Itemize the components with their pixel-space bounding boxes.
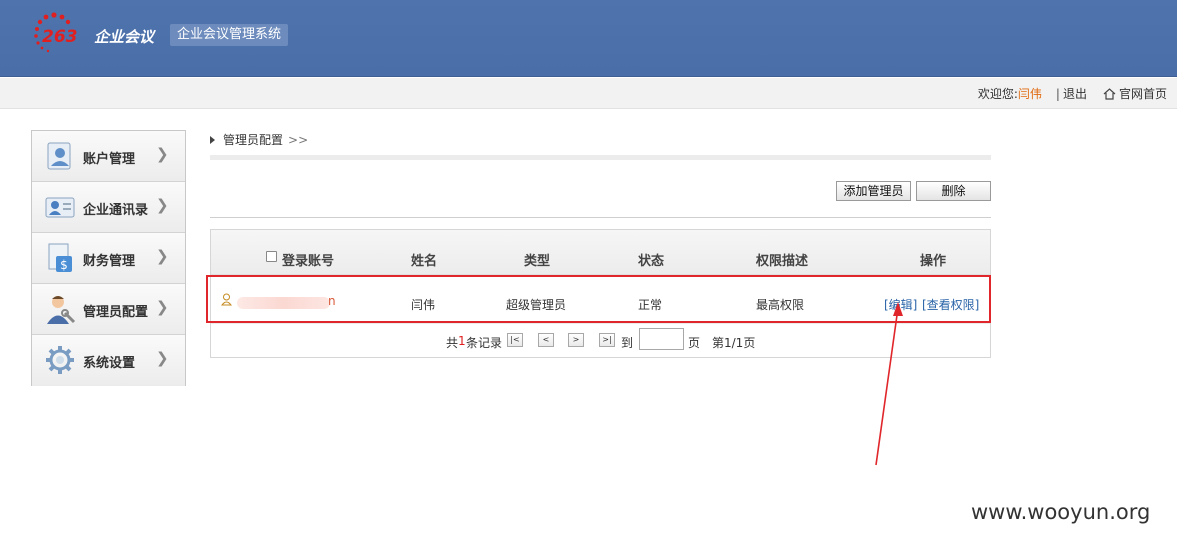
column-header-type: 类型 — [524, 254, 551, 269]
home-label: 官网首页 — [1118, 87, 1167, 101]
sidebar-item-label: 系统设置 — [83, 356, 136, 371]
page-title: 管理员配置 — [223, 133, 284, 147]
add-admin-button[interactable]: 添加管理员 — [836, 181, 911, 201]
total-count: 1 — [458, 334, 466, 348]
breadcrumb: 管理员配置 >> — [210, 131, 308, 148]
welcome-label: 欢迎您: — [977, 87, 1018, 101]
sidebar-item-settings[interactable]: 系统设置 ❯ — [32, 335, 185, 386]
first-page-button[interactable]: |< — [507, 333, 523, 347]
sidebar-item-label: 企业通讯录 — [83, 203, 149, 218]
sidebar-item-label: 财务管理 — [83, 254, 136, 269]
delete-button[interactable]: 删除 — [916, 181, 991, 201]
triangle-right-icon — [210, 135, 215, 144]
logo[interactable]: 263 企业会议 — [32, 11, 167, 55]
home-link[interactable]: 官网首页 — [1103, 85, 1167, 102]
column-header-name: 姓名 — [411, 254, 438, 269]
admin-icon — [47, 296, 76, 324]
user-nav: 欢迎您: 闫伟 | 退出 官网首页 — [978, 78, 1167, 109]
logo-brand: 企业会议 — [94, 28, 155, 46]
breadcrumb-divider — [210, 155, 991, 160]
chevron-right-icon: ❯ — [156, 196, 169, 214]
page-info: 第1/1页 — [712, 336, 756, 350]
sidebar-item-label: 账户管理 — [83, 152, 136, 167]
sidebar-item-contacts[interactable]: 企业通讯录 ❯ — [32, 182, 185, 233]
annotation-arrow-icon — [875, 302, 903, 466]
prev-page-button[interactable]: < — [538, 333, 554, 347]
sidebar-item-admin[interactable]: 管理员配置 ❯ — [32, 284, 185, 335]
chevron-right-icon: ❯ — [156, 247, 169, 265]
chevron-right-icon: ❯ — [156, 145, 169, 163]
page-number-input[interactable] — [639, 328, 684, 350]
current-user[interactable]: 闫伟 — [1018, 85, 1042, 102]
logo-number: 263 — [42, 27, 78, 47]
finance-icon: $ — [48, 243, 72, 272]
column-header-status: 状态 — [638, 254, 665, 269]
total-prefix: 共 — [446, 336, 459, 350]
column-header-permission: 权限描述 — [756, 254, 809, 269]
sidebar-item-finance[interactable]: $ 财务管理 ❯ — [32, 233, 185, 284]
page-unit-label: 页 — [688, 336, 701, 350]
account-icon — [47, 142, 71, 170]
system-title: 企业会议管理系统 — [170, 24, 289, 46]
column-header-action: 操作 — [920, 254, 947, 269]
select-all-checkbox[interactable] — [266, 251, 277, 262]
table-header: 登录账号 姓名 类型 状态 权限描述 操作 — [211, 230, 990, 275]
nav-separator: | — [1055, 86, 1060, 101]
chevron-right-icon: ❯ — [156, 298, 169, 316]
column-header-account: 登录账号 — [282, 254, 335, 269]
watermark: www.wooyun.org — [971, 500, 1151, 524]
settings-icon — [46, 346, 74, 374]
toolbar-divider — [210, 217, 991, 218]
logout-link[interactable]: 退出 — [1063, 85, 1087, 102]
sidebar-item-label: 管理员配置 — [83, 305, 149, 320]
sidebar: 账户管理 ❯ 企业通讯录 ❯ $ 财务管理 ❯ 管理员配置 ❯ 系统设置 ❯ — [31, 130, 186, 386]
total-suffix: 条记录 — [466, 336, 503, 350]
last-page-button[interactable]: >| — [599, 333, 615, 347]
goto-label: 到 — [621, 336, 634, 350]
next-page-button[interactable]: > — [568, 333, 584, 347]
breadcrumb-separator: >> — [288, 132, 309, 147]
home-icon — [1103, 87, 1116, 100]
sidebar-item-account[interactable]: 账户管理 ❯ — [32, 131, 185, 182]
svg-text:$: $ — [60, 258, 68, 272]
app-header: 263 企业会议 企业会议管理系统 — [0, 0, 1177, 77]
chevron-right-icon: ❯ — [156, 349, 169, 367]
contacts-icon — [45, 197, 75, 218]
top-bar: 欢迎您: 闫伟 | 退出 官网首页 — [0, 78, 1177, 109]
